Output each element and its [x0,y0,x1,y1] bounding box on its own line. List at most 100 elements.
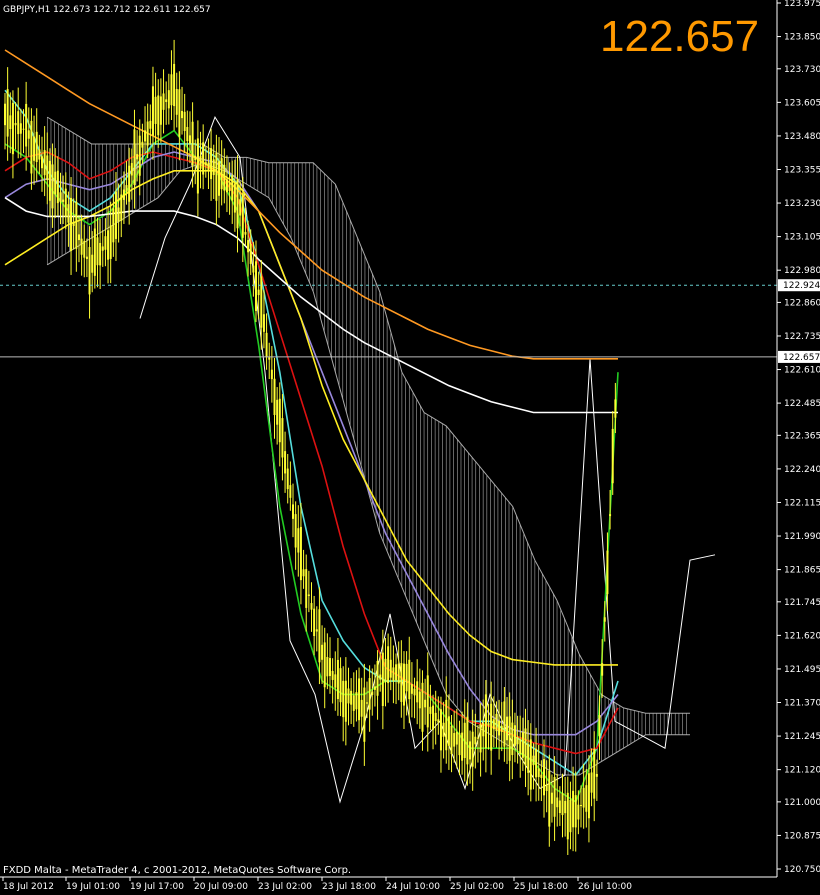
candle-body [11,102,14,155]
candle-body [167,90,170,109]
candle-body [247,240,250,253]
candle-body [429,706,432,714]
candle-body [535,748,538,778]
candle-body [54,171,57,195]
candle-body [257,289,260,296]
candle-body [27,130,30,139]
candle-body [603,617,606,622]
y-tick-label: 123.605 [784,98,820,108]
candle-body [344,680,347,722]
candle-body [321,644,324,660]
candle-body [125,185,128,192]
candle-body [593,749,596,799]
candle-body [122,189,125,200]
candle-body [210,148,213,180]
candle-body [59,192,62,203]
candle-body [413,688,416,696]
candle-body [598,715,601,737]
candle-body [558,800,561,814]
y-tick-label: 121.120 [784,766,820,776]
candle-body [231,175,234,201]
candle-body [114,191,117,239]
y-tick-label: 121.245 [784,732,820,742]
candle-body [199,155,202,169]
candle-body [233,183,236,213]
candle-body [543,759,546,796]
candle-body [326,656,329,677]
price-chart[interactable]: 123.975 123.850 123.730 123.605 123.480 123.3… [0,0,820,895]
candle-body [566,792,569,840]
candle-body [9,115,12,130]
candle-body [532,755,535,766]
candle-body [521,732,524,758]
candle-body [297,528,300,553]
candle-body [540,774,543,778]
candle-body [318,609,321,663]
candle-body [104,236,107,250]
candle-body [334,674,337,688]
candle-body [434,712,437,721]
candle-body [387,646,390,684]
candle-body [181,111,184,119]
candle-body [117,207,120,222]
y-tick-label: 122.365 [784,431,820,441]
candle-body [371,691,374,695]
candle-body [323,642,326,688]
candle-body [194,155,197,160]
candle-body [133,129,136,185]
candle-body [249,243,252,264]
candle-body [355,692,358,710]
candle-body [112,208,115,243]
candle-body [421,682,424,732]
candle-body [22,128,25,130]
candle-body [328,658,331,677]
candle-body [225,179,228,193]
current-price-display: 122.657 [600,12,760,61]
candle-body [170,74,173,106]
candle-body [373,686,376,690]
candle-body [564,800,567,814]
y-tick-label: 122.980 [784,266,820,276]
candle-body [186,126,189,141]
candle-body [136,154,139,160]
candle-body [358,678,361,721]
y-tick-label: 123.975 [784,0,820,9]
candle-body [572,790,575,828]
candle-body [202,142,205,175]
candle-body [262,314,265,332]
candle-body [239,199,242,216]
candle-body [299,526,302,581]
candle-body [157,95,160,136]
candle-body [601,663,604,676]
candle-body [437,719,440,723]
candle-body [513,725,516,746]
candle-body [585,785,588,812]
candle-body [442,722,445,737]
current-price-label: 122.657 [783,353,820,363]
candle-body [606,550,609,595]
candle-body [48,160,51,201]
candle-body [19,123,22,134]
candle-body [165,99,168,102]
candle-body [416,681,419,703]
candle-body [141,141,144,148]
candle-body [149,120,152,129]
candle-body [178,89,181,137]
candle-body [109,225,112,259]
candle-body [482,723,485,737]
candle-body [173,63,176,107]
x-tick-label: 19 Jul 01:00 [66,882,120,892]
candle-body [25,103,28,147]
candle-body [516,736,519,745]
candle-body [252,265,255,273]
candle-body [352,695,355,711]
candle-body [395,664,398,681]
candle-body [347,688,350,704]
candle-body [432,705,435,730]
candle-body [183,111,186,132]
candle-body [255,261,258,311]
candle-body [405,663,408,692]
candle-body [580,805,583,807]
candle-body [196,138,199,194]
candle-body [397,663,400,684]
